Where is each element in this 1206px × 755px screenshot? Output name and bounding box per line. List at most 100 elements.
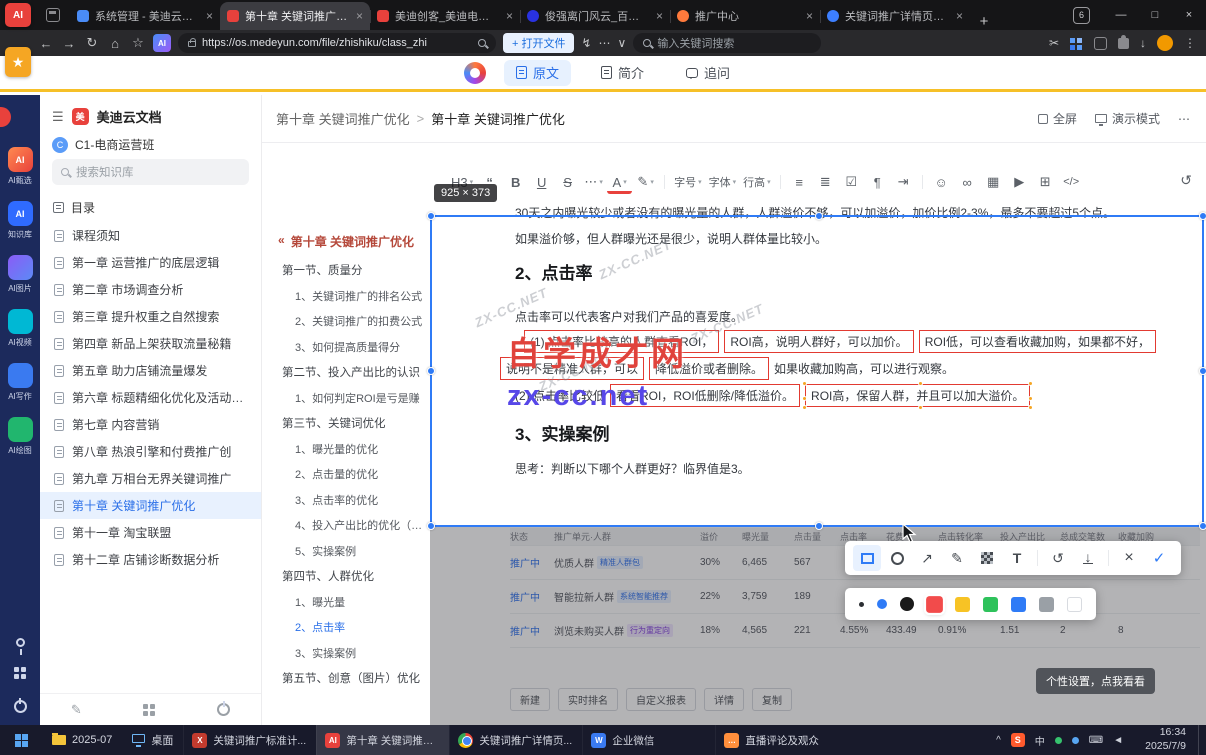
browser-tab[interactable]: 俊强离门风云_百度搜索 × [520,2,670,30]
font-family-button[interactable]: 字体 [706,169,740,195]
checklist-button[interactable]: ☑ [839,169,864,195]
more-formats-button[interactable]: ⋯ [581,169,606,195]
favorite-star-float-button[interactable]: ★ [5,47,31,77]
bullet-list-button[interactable]: ≣ [813,169,838,195]
window-minimize-button[interactable]: — [1104,0,1138,30]
more-options-icon[interactable]: ⋯ [1178,112,1190,126]
taskbar-app-active[interactable]: AI 第十章 关键词推广... [316,725,450,755]
undo-tool[interactable]: ↺ [1044,545,1072,571]
tray-language-icon[interactable]: 中 [1035,733,1045,748]
tab-original-text[interactable]: 原文 [503,59,571,86]
tray-keyboard-icon[interactable]: ⌨ [1089,735,1103,746]
toc-section[interactable]: 第四节、人群优化 [262,565,430,591]
sidebar-chapter[interactable]: 第五章 助力店铺流量爆发 [40,357,261,384]
cancel-screenshot-button[interactable]: × [1115,545,1143,571]
taskbar-app[interactable]: X 关键词推广标准计... [183,725,316,755]
sidebar-toggle-icon[interactable] [1094,36,1107,50]
font-color-button[interactable]: A [607,174,633,194]
apps-grid-icon[interactable] [13,667,27,680]
sidebar-chapter[interactable]: 第三章 提升权重之自然搜索 [40,303,261,330]
bookmark-star-icon[interactable]: ☆ [130,35,146,51]
directory-header[interactable]: 目录 [40,193,261,222]
toc-item[interactable]: 1、关键词推广的排名公式 [262,285,430,311]
selection-handle[interactable] [427,367,435,375]
pin-icon[interactable] [15,638,25,655]
selection-handle[interactable] [815,522,823,530]
rail-item-ai-select[interactable]: AI AI甄选 [7,147,33,186]
color-swatch-blue[interactable] [1011,596,1026,612]
sidebar-chapter[interactable]: 第二章 市场调查分析 [40,276,261,303]
taskbar-app[interactable]: 关键词推广详情页... [449,725,582,755]
confirm-screenshot-button[interactable]: ✓ [1145,545,1173,571]
browser-tab[interactable]: 推广中心 × [670,2,820,30]
profile-avatar[interactable] [1157,35,1173,51]
breadcrumb-item[interactable]: 第十章 关键词推广优化 [276,109,410,128]
window-close-button[interactable]: × [1172,0,1206,30]
line-height-button[interactable]: 行高 [740,169,774,195]
search-icon[interactable] [478,39,486,47]
toc-item[interactable]: 1、曝光量 [262,591,430,617]
browser-tab[interactable]: 系统管理 - 美迪云管理... × [70,2,220,30]
ai-extension-icon[interactable]: AI [153,34,171,52]
class-selector[interactable]: C C1-电商运营班 [52,136,249,153]
toc-item[interactable]: 2、点击量的优化 [262,463,430,489]
selection-handle[interactable] [1199,367,1206,375]
toc-item[interactable]: 5、实操案例 [262,540,430,566]
puzzle-extension-icon[interactable] [1118,34,1129,49]
color-swatch-green[interactable] [983,596,998,612]
undo-button[interactable]: ↺ [1180,172,1192,189]
ai-assistant-float-button[interactable]: AI [5,3,31,27]
selection-handle[interactable] [815,212,823,220]
bold-button[interactable]: B [503,169,528,195]
color-swatch-red-selected[interactable] [926,595,943,613]
tab-close-icon[interactable]: × [656,9,663,23]
show-desktop-strip[interactable] [1198,725,1206,755]
text-tool[interactable]: T [1003,545,1031,571]
toc-item[interactable]: 3、如何提高质量得分 [262,336,430,362]
rail-item-ai-image[interactable]: AI图片 [7,255,33,294]
color-swatch-gray[interactable] [1039,596,1054,612]
download-tool[interactable]: ↓ [1074,545,1102,571]
rail-item-knowledge[interactable]: AI 知识库 [7,201,33,240]
sidebar-chapter[interactable]: 第七章 内容营销 [40,411,261,438]
browser-menu-icon[interactable]: ⋮ [1184,36,1196,50]
toc-item[interactable]: 2、关键词推广的扣费公式 [262,310,430,336]
quick-search-input[interactable]: 输入关键词搜索 [633,33,822,53]
tray-input-method-icon[interactable]: S [1010,733,1025,747]
toc-chapter-title[interactable]: « 第十章 关键词推广优化 [262,233,430,259]
edit-icon[interactable]: ✎ [71,702,82,718]
pen-tool[interactable]: ✎ [943,545,971,571]
toc-section[interactable]: 第五节、创意（图片）优化 [262,667,430,693]
browser-tab[interactable]: 美迪创客_美迪电商_美... × [370,2,520,30]
taskbar-app[interactable]: … 直播评论及观众 [715,725,848,755]
mosaic-tool[interactable] [973,545,1001,571]
tray-expand-icon[interactable]: ^ [996,735,1001,746]
apps-grid-icon[interactable] [143,703,156,716]
toc-section[interactable]: 第一节、质量分 [262,259,430,285]
taskbar-clock[interactable]: 16:34 2025/7/9 [1133,725,1198,755]
toc-item[interactable]: 3、点击率的优化 [262,489,430,515]
video-button[interactable]: ▶ [1007,169,1032,195]
presentation-mode-button[interactable]: 演示模式 [1094,110,1160,127]
new-tab-button[interactable]: + [970,13,998,30]
download-icon[interactable]: ↓ [1140,36,1146,50]
image-button[interactable]: ▦ [981,169,1006,195]
rectangle-tool[interactable] [853,545,881,571]
tab-close-icon[interactable]: × [206,9,213,23]
quick-action-icon[interactable]: ↯ [581,36,591,50]
tab-close-icon[interactable]: × [356,9,363,23]
taskbar-desktop-shortcut[interactable]: 桌面 [122,725,183,755]
taskbar-app[interactable]: W 企业微信 [582,725,715,755]
home-icon[interactable]: ⌂ [107,36,123,51]
sidebar-chapter[interactable]: 课程须知 [40,222,261,249]
color-swatch-white[interactable] [1067,596,1082,612]
url-input[interactable]: https://os.medeyun.com/file/zhishiku/cla… [178,33,496,53]
browser-tab-active[interactable]: 第十章 关键词推广优化 × [220,2,370,30]
browser-tab[interactable]: 关键词推广详情页_万相... × [820,2,970,30]
chevron-down-icon[interactable]: ∨ [618,36,627,50]
more-icon[interactable]: ⋯ [599,36,611,50]
toc-item[interactable]: 3、实操案例 [262,642,430,668]
color-swatch-black[interactable] [900,597,914,611]
screenshot-selection[interactable] [427,212,1206,530]
screenshot-scissors-icon[interactable]: ✂ [1049,36,1059,50]
